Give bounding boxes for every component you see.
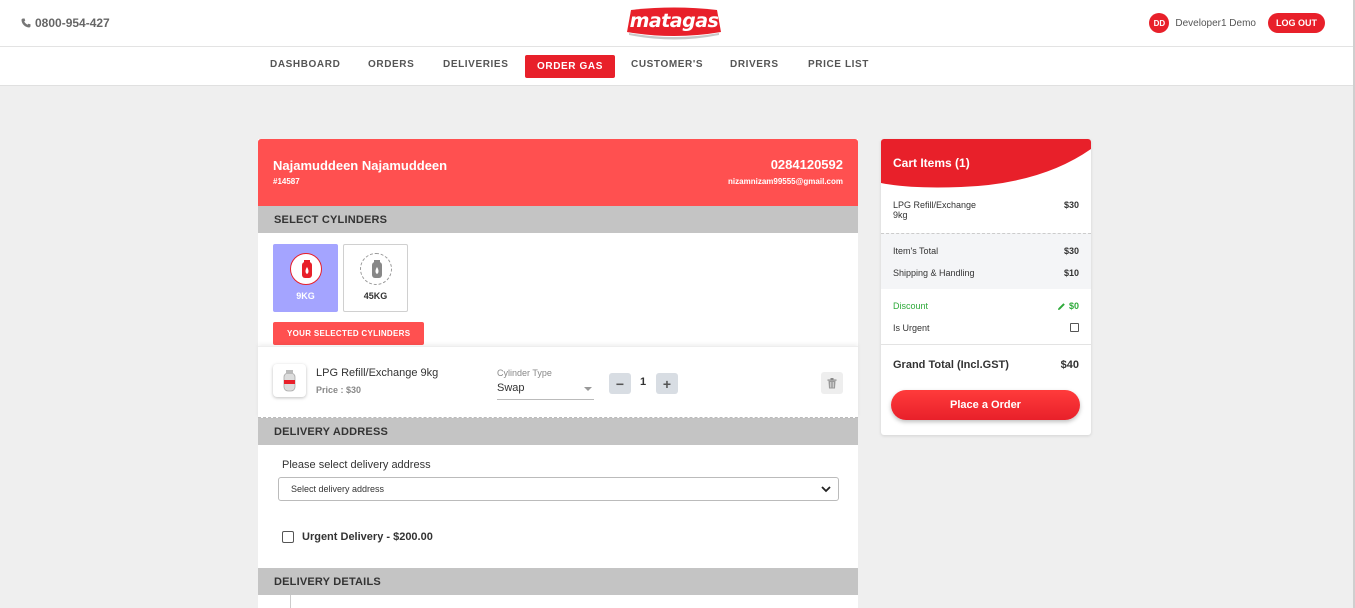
select-cylinders-heading: SELECT CYLINDERS [258, 206, 858, 233]
logo-text: matagas [629, 10, 719, 32]
cart-item-price: $30 [1063, 200, 1079, 210]
urgent-delivery-option[interactable]: Urgent Delivery - $200.00 [282, 531, 433, 543]
customer-email: nizamnizam99555@gmail.com [728, 177, 843, 186]
cart-item: LPG Refill/Exchange 9kg $30 [893, 200, 1079, 220]
gas-cylinder-icon [290, 253, 322, 285]
cylinder-type-label: Cylinder Type [497, 368, 552, 378]
item-price: Price : $30 [316, 385, 362, 395]
selected-item-row: LPG Refill/Exchange 9kg Price : $30 Cyli… [258, 346, 858, 418]
shipping-value: $10 [1063, 268, 1079, 278]
is-urgent-label: Is Urgent [893, 323, 930, 333]
urgent-delivery-label: Urgent Delivery - $200.00 [302, 531, 433, 543]
main-nav: DASHBOARD ORDERS DELIVERIES ORDER GAS CU… [0, 47, 1355, 86]
items-total-label: Item's Total [893, 246, 939, 256]
delivery-details-heading: DELIVERY DETAILS [258, 568, 858, 595]
customer-name: Najamuddeen Najamuddeen [273, 158, 448, 173]
phone-contact[interactable]: 0800-954-427 [21, 16, 110, 30]
phone-number: 0800-954-427 [35, 16, 110, 30]
quantity-value: 1 [639, 376, 647, 388]
cylinder-option-9kg[interactable]: 9KG [273, 244, 338, 312]
cylinder-label: 9KG [296, 291, 315, 301]
chevron-down-icon [821, 486, 831, 493]
order-card: Najamuddeen Najamuddeen #14587 028412059… [258, 139, 858, 608]
nav-orders[interactable]: ORDERS [368, 59, 414, 70]
shipping-row: Shipping & Handling $10 [893, 268, 1079, 278]
top-bar: 0800-954-427 matagas DD Developer1 Demo … [0, 0, 1355, 47]
customer-header: Najamuddeen Najamuddeen #14587 028412059… [258, 139, 858, 206]
cylinder-thumbnail [273, 364, 306, 397]
cart-title: Cart Items (1) [893, 156, 970, 170]
delivery-details-section [258, 595, 858, 608]
nav-order-gas[interactable]: ORDER GAS [525, 55, 615, 78]
address-prompt: Please select delivery address [282, 459, 431, 471]
avatar[interactable]: DD [1149, 13, 1170, 33]
place-order-button[interactable]: Place a Order [891, 390, 1080, 420]
cart-item-name: LPG Refill/Exchange 9kg [893, 200, 976, 220]
nav-drivers[interactable]: DRIVERS [730, 59, 779, 70]
cylinder-options: 9KG 45KG YOUR SELECTED CYLINDERS [258, 233, 858, 346]
discount-value: $0 [1068, 301, 1079, 311]
trash-icon[interactable] [821, 372, 843, 394]
urgent-delivery-checkbox[interactable] [282, 531, 294, 543]
customer-phone: 0284120592 [770, 157, 843, 172]
selected-cylinders-badge: YOUR SELECTED CYLINDERS [273, 322, 425, 345]
grand-total-label: Grand Total (Incl.GST) [893, 359, 1009, 371]
items-total-value: $30 [1063, 246, 1079, 256]
address-select-value: Select delivery address [291, 484, 385, 494]
is-urgent-row: Is Urgent [893, 323, 1079, 333]
quantity-increase-button[interactable]: + [656, 373, 678, 394]
cylinder-type-value: Swap [497, 382, 525, 394]
nav-deliveries[interactable]: DELIVERIES [443, 59, 508, 70]
cart-panel: Cart Items (1) LPG Refill/Exchange 9kg $3… [881, 139, 1091, 435]
discount-label: Discount [893, 301, 929, 311]
grand-total-value: $40 [1060, 359, 1079, 371]
cart-item-name-line2: 9kg [893, 210, 908, 220]
items-total-row: Item's Total $30 [893, 246, 1079, 256]
is-urgent-checkbox[interactable] [1070, 323, 1079, 332]
discount-row: Discount $0 [893, 301, 1079, 311]
nav-price-list[interactable]: PRICE LIST [808, 59, 869, 70]
cylinder-option-45kg[interactable]: 45KG [343, 244, 408, 312]
nav-dashboard[interactable]: DASHBOARD [270, 59, 340, 70]
user-menu: DD Developer1 Demo LOG OUT [1149, 13, 1325, 33]
totals-block [881, 233, 1091, 289]
cylinder-type-select[interactable]: Swap [497, 382, 594, 400]
logout-button[interactable]: LOG OUT [1268, 13, 1325, 33]
quantity-decrease-button[interactable]: − [609, 373, 631, 394]
item-name: LPG Refill/Exchange 9kg [316, 367, 439, 379]
customer-id: #14587 [273, 177, 300, 186]
pencil-icon [1057, 302, 1065, 310]
shipping-label: Shipping & Handling [893, 268, 975, 278]
grand-total-row: Grand Total (Incl.GST) $40 [893, 359, 1079, 371]
phone-icon [21, 18, 31, 28]
cart-item-name-line1: LPG Refill/Exchange [893, 200, 977, 210]
discount-edit[interactable]: $0 [1057, 301, 1079, 311]
user-name: Developer1 Demo [1175, 17, 1256, 29]
delivery-address-section: Please select delivery address Select de… [258, 445, 858, 568]
delivery-address-heading: DELIVERY ADDRESS [258, 418, 858, 445]
cylinder-label: 45KG [363, 291, 388, 301]
nav-customers[interactable]: CUSTOMER'S [631, 59, 703, 70]
gas-cylinder-icon [360, 253, 392, 285]
divider [881, 344, 1091, 345]
divider [290, 595, 291, 608]
delivery-address-select[interactable]: Select delivery address [278, 477, 839, 501]
matagas-logo[interactable]: matagas [625, 6, 723, 42]
dropdown-arrow-icon [584, 387, 592, 391]
